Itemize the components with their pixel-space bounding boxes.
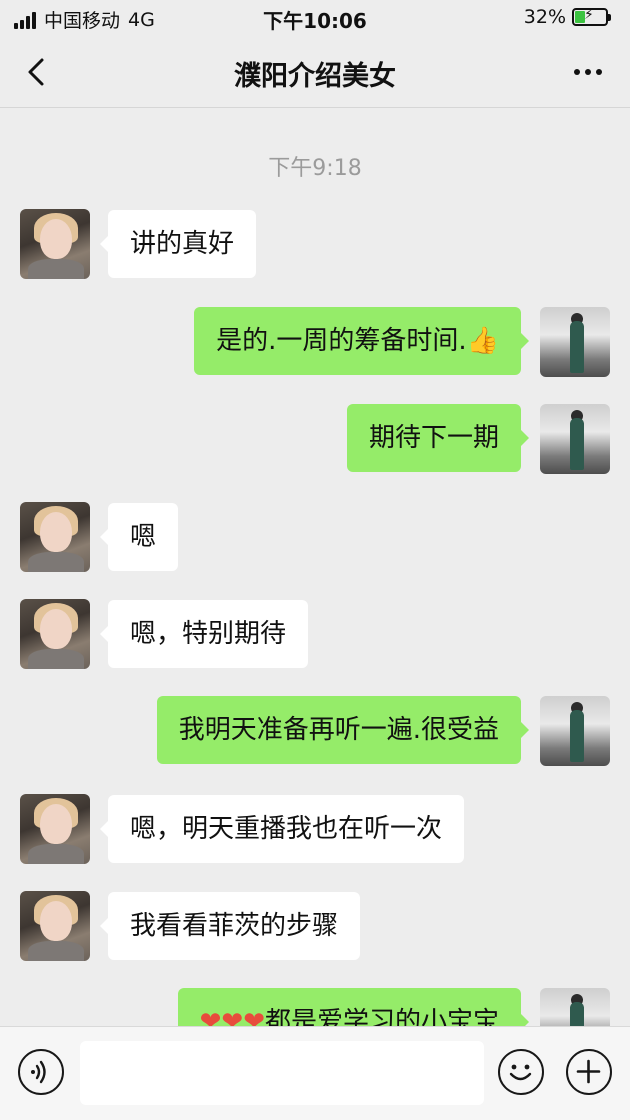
battery-percent: 32% <box>523 6 566 28</box>
message-text: 我看看菲茨的步骤 <box>130 911 339 941</box>
message-text: 我明天准备再听一遍.很受益 <box>178 715 499 745</box>
avatar-body <box>28 941 84 961</box>
message-text: 是的.一周的筹备时间. <box>216 326 467 356</box>
contact-avatar[interactable] <box>20 502 90 572</box>
thumbs-up-emoji: 👍 <box>466 326 499 356</box>
message-row: 嗯 <box>0 502 630 572</box>
received-bubble[interactable]: 讲的真好 <box>99 210 257 278</box>
chat-title: 濮阳介绍美女 <box>234 61 396 92</box>
status-bar: 中国移动 4G 下午10:06 32% ⚡ <box>0 0 630 36</box>
avatar-figure <box>570 321 584 373</box>
message-text: 都是爱学习的小宝宝 <box>264 1007 499 1026</box>
message-text: 嗯，特别期待 <box>130 619 287 649</box>
received-bubble[interactable]: 嗯 <box>99 503 179 571</box>
more-icon-dot <box>596 69 602 75</box>
emoji-button[interactable] <box>498 1049 544 1095</box>
my-avatar[interactable] <box>540 307 610 377</box>
avatar-body <box>28 259 84 279</box>
avatar-face <box>40 512 72 552</box>
more-button[interactable] <box>566 54 610 90</box>
message-row: 我看看菲茨的步骤 <box>0 891 630 961</box>
avatar-figure <box>570 1002 584 1026</box>
avatar-face <box>40 609 72 649</box>
contact-avatar[interactable] <box>20 209 90 279</box>
contact-avatar[interactable] <box>20 599 90 669</box>
contact-avatar[interactable] <box>20 794 90 864</box>
message-row: 嗯，明天重播我也在听一次 <box>0 794 630 864</box>
avatar-figure <box>570 710 584 762</box>
message-row: 我明天准备再听一遍.很受益 <box>0 696 630 766</box>
message-timestamp: 下午9:18 <box>268 156 362 181</box>
message-input[interactable] <box>80 1041 484 1105</box>
more-icon <box>574 69 580 75</box>
message-text: 讲的真好 <box>130 229 235 259</box>
input-bar <box>0 1026 630 1120</box>
voice-button[interactable] <box>18 1049 64 1095</box>
avatar-face <box>40 901 72 941</box>
sent-bubble[interactable]: 我明天准备再听一遍.很受益 <box>156 696 530 764</box>
message-row: 期待下一期 <box>0 404 630 474</box>
voice-icon <box>31 1060 46 1084</box>
message-text: 嗯 <box>130 522 157 552</box>
more-icon-dot <box>585 69 591 75</box>
message-row: 讲的真好 <box>0 209 630 279</box>
avatar-face <box>40 219 72 259</box>
avatar-body <box>28 649 84 669</box>
bolt-icon: ⚡ <box>584 7 594 23</box>
message-row: ❤❤❤都是爱学习的小宝宝 <box>0 988 630 1026</box>
status-right: 32% ⚡ <box>523 6 611 28</box>
message-row: 嗯，特别期待 <box>0 599 630 669</box>
message-row: 是的.一周的筹备时间.👍 <box>0 307 630 377</box>
plus-icon <box>576 1059 601 1084</box>
hearts-emoji: ❤❤❤ <box>199 1007 265 1026</box>
sent-bubble[interactable]: 期待下一期 <box>346 404 530 472</box>
avatar-body <box>28 844 84 864</box>
sent-bubble[interactable]: 是的.一周的筹备时间.👍 <box>194 307 529 375</box>
received-bubble[interactable]: 嗯，特别期待 <box>99 600 309 668</box>
avatar-face <box>40 804 72 844</box>
nav-bar: 濮阳介绍美女 <box>0 36 630 108</box>
my-avatar[interactable] <box>540 404 610 474</box>
plus-button[interactable] <box>566 1049 612 1095</box>
my-avatar[interactable] <box>540 988 610 1026</box>
contact-avatar[interactable] <box>20 891 90 961</box>
message-text: 期待下一期 <box>368 423 499 453</box>
received-bubble[interactable]: 我看看菲茨的步骤 <box>99 892 361 960</box>
battery-charging-icon: ⚡ <box>572 7 611 26</box>
my-avatar[interactable] <box>540 696 610 766</box>
received-bubble[interactable]: 嗯，明天重播我也在听一次 <box>99 795 465 863</box>
emoji-icon <box>509 1064 532 1081</box>
avatar-figure <box>570 418 584 470</box>
chat-area[interactable]: 下午9:18 讲的真好 是的.一周的筹备时间.👍 期待下一期 嗯 嗯，特别期待 … <box>0 108 630 1026</box>
sent-bubble[interactable]: ❤❤❤都是爱学习的小宝宝 <box>177 988 530 1026</box>
message-text: 嗯，明天重播我也在听一次 <box>130 814 443 844</box>
avatar-body <box>28 552 84 572</box>
